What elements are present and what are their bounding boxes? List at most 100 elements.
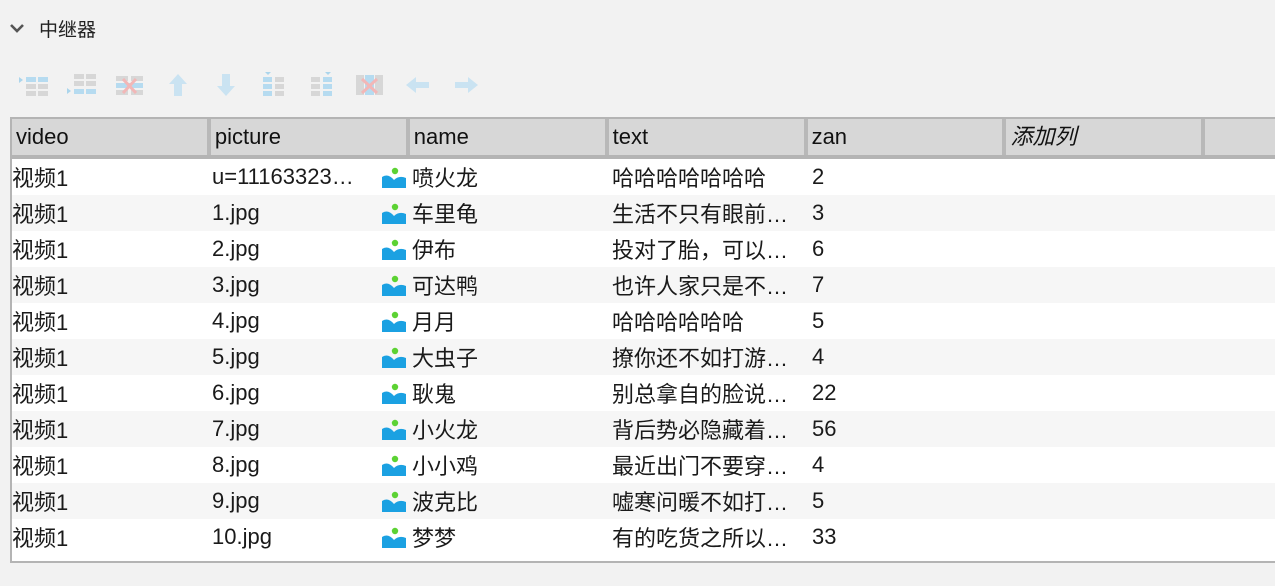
cell-name-text: 梦梦: [412, 526, 457, 551]
cell-zan[interactable]: 3: [812, 200, 1012, 226]
image-icon: [382, 311, 406, 332]
move-column-right-button[interactable]: [448, 70, 484, 100]
cell-video[interactable]: 视频1: [12, 521, 212, 553]
cell-text[interactable]: 撩你还不如打游…: [612, 341, 812, 373]
table-row[interactable]: 视频1 6.jpg 耿鬼 别总拿自的脸说… 22: [12, 375, 1275, 411]
table-row[interactable]: 视频1 3.jpg 可达鸭 也许人家只是不… 7: [12, 267, 1275, 303]
move-row-up-button[interactable]: [160, 70, 196, 100]
cell-name[interactable]: 小火龙: [382, 413, 612, 445]
table-row[interactable]: 视频1 2.jpg 伊布 投对了胎，可以… 6: [12, 231, 1275, 267]
cell-zan[interactable]: 5: [812, 488, 1012, 514]
delete-column-icon: [356, 75, 383, 95]
cell-text[interactable]: 也许人家只是不…: [612, 269, 812, 301]
table-row[interactable]: 视频1 7.jpg 小火龙 背后势必隐藏着… 56: [12, 411, 1275, 447]
table-row[interactable]: 视频1 1.jpg 车里龟 生活不只有眼前… 3: [12, 195, 1275, 231]
table-row[interactable]: 视频1 4.jpg 月月 哈哈哈哈哈哈 5: [12, 303, 1275, 339]
cell-name-text: 月月: [412, 310, 457, 335]
cell-zan[interactable]: 33: [812, 524, 1012, 550]
cell-text[interactable]: 别总拿自的脸说…: [612, 377, 812, 409]
image-icon: [382, 491, 406, 512]
cell-video[interactable]: 视频1: [12, 449, 212, 481]
cell-text[interactable]: 投对了胎，可以…: [612, 233, 812, 265]
chevron-down-icon[interactable]: [9, 20, 25, 36]
cell-name-text: 车里龟: [412, 202, 479, 227]
cell-name[interactable]: 喷火龙: [382, 161, 612, 193]
column-header-picture[interactable]: picture: [210, 119, 410, 155]
image-icon: [382, 383, 406, 404]
cell-zan[interactable]: 7: [812, 272, 1012, 298]
cell-name[interactable]: 波克比: [382, 485, 612, 517]
cell-name-text: 可达鸭: [412, 274, 479, 299]
cell-picture[interactable]: 3.jpg: [212, 272, 382, 298]
cell-video[interactable]: 视频1: [12, 269, 212, 301]
table-row[interactable]: 视频1 10.jpg 梦梦 有的吃货之所以… 33: [12, 519, 1275, 555]
cell-name[interactable]: 月月: [382, 305, 612, 337]
cell-picture[interactable]: 2.jpg: [212, 236, 382, 262]
cell-name[interactable]: 大虫子: [382, 341, 612, 373]
table-row[interactable]: 视频1 u=11163323… 喷火龙 哈哈哈哈哈哈哈 2: [12, 159, 1275, 195]
cell-picture[interactable]: u=11163323…: [212, 164, 382, 190]
cell-zan[interactable]: 22: [812, 380, 1012, 406]
cell-text[interactable]: 生活不只有眼前…: [612, 197, 812, 229]
column-header-name[interactable]: name: [409, 119, 609, 155]
cell-picture[interactable]: 9.jpg: [212, 488, 382, 514]
table-row[interactable]: 视频1 5.jpg 大虫子 撩你还不如打游… 4: [12, 339, 1275, 375]
column-header-text[interactable]: text: [608, 119, 808, 155]
cell-zan[interactable]: 4: [812, 344, 1012, 370]
cell-text[interactable]: 哈哈哈哈哈哈: [612, 305, 812, 337]
cell-name[interactable]: 可达鸭: [382, 269, 612, 301]
cell-zan[interactable]: 4: [812, 452, 1012, 478]
cell-text[interactable]: 嘘寒问暖不如打…: [612, 485, 812, 517]
cell-name[interactable]: 耿鬼: [382, 377, 612, 409]
table-row[interactable]: 视频1 8.jpg 小小鸡 最近出门不要穿… 4: [12, 447, 1275, 483]
column-header-zan[interactable]: zan: [807, 119, 1007, 155]
cell-name-text: 小火龙: [412, 418, 479, 443]
cell-zan[interactable]: 5: [812, 308, 1012, 334]
cell-picture[interactable]: 1.jpg: [212, 200, 382, 226]
column-header-video[interactable]: video: [12, 119, 211, 155]
cell-text[interactable]: 最近出门不要穿…: [612, 449, 812, 481]
cell-video[interactable]: 视频1: [12, 161, 212, 193]
image-icon: [382, 203, 406, 224]
insert-column-left-button[interactable]: [256, 70, 292, 100]
repeater-section-header[interactable]: 中继器: [0, 10, 96, 46]
cell-picture[interactable]: 8.jpg: [212, 452, 382, 478]
cell-video[interactable]: 视频1: [12, 341, 212, 373]
cell-picture[interactable]: 5.jpg: [212, 344, 382, 370]
arrow-down-icon: [217, 74, 235, 96]
add-column-header[interactable]: 添加列: [1006, 119, 1206, 155]
cell-picture[interactable]: 10.jpg: [212, 524, 382, 550]
cell-text[interactable]: 背后势必隐藏着…: [612, 413, 812, 445]
delete-column-button[interactable]: [352, 70, 388, 100]
cell-text[interactable]: 哈哈哈哈哈哈哈: [612, 161, 812, 193]
cell-video[interactable]: 视频1: [12, 197, 212, 229]
delete-row-button[interactable]: [112, 70, 148, 100]
image-icon: [382, 275, 406, 296]
table-row[interactable]: 视频1 9.jpg 波克比 嘘寒问暖不如打… 5: [12, 483, 1275, 519]
move-row-down-button[interactable]: [208, 70, 244, 100]
column-header-empty: [1205, 119, 1275, 155]
cell-video[interactable]: 视频1: [12, 413, 212, 445]
insert-row-above-button[interactable]: [16, 70, 52, 100]
cell-zan[interactable]: 6: [812, 236, 1012, 262]
insert-row-below-button[interactable]: [64, 70, 100, 100]
cell-zan[interactable]: 2: [812, 164, 1012, 190]
cell-video[interactable]: 视频1: [12, 485, 212, 517]
cell-name[interactable]: 小小鸡: [382, 449, 612, 481]
cell-video[interactable]: 视频1: [12, 233, 212, 265]
cell-video[interactable]: 视频1: [12, 305, 212, 337]
cell-text[interactable]: 有的吃货之所以…: [612, 521, 812, 553]
cell-picture[interactable]: 6.jpg: [212, 380, 382, 406]
cell-name[interactable]: 车里龟: [382, 197, 612, 229]
insert-column-right-button[interactable]: [304, 70, 340, 100]
image-icon: [382, 239, 406, 260]
cell-zan[interactable]: 56: [812, 416, 1012, 442]
cell-picture[interactable]: 7.jpg: [212, 416, 382, 442]
cell-picture[interactable]: 4.jpg: [212, 308, 382, 334]
cell-video[interactable]: 视频1: [12, 377, 212, 409]
arrow-left-icon: [406, 77, 429, 93]
cell-name[interactable]: 梦梦: [382, 521, 612, 553]
repeater-toolbar: [16, 68, 496, 102]
cell-name[interactable]: 伊布: [382, 233, 612, 265]
move-column-left-button[interactable]: [400, 70, 436, 100]
